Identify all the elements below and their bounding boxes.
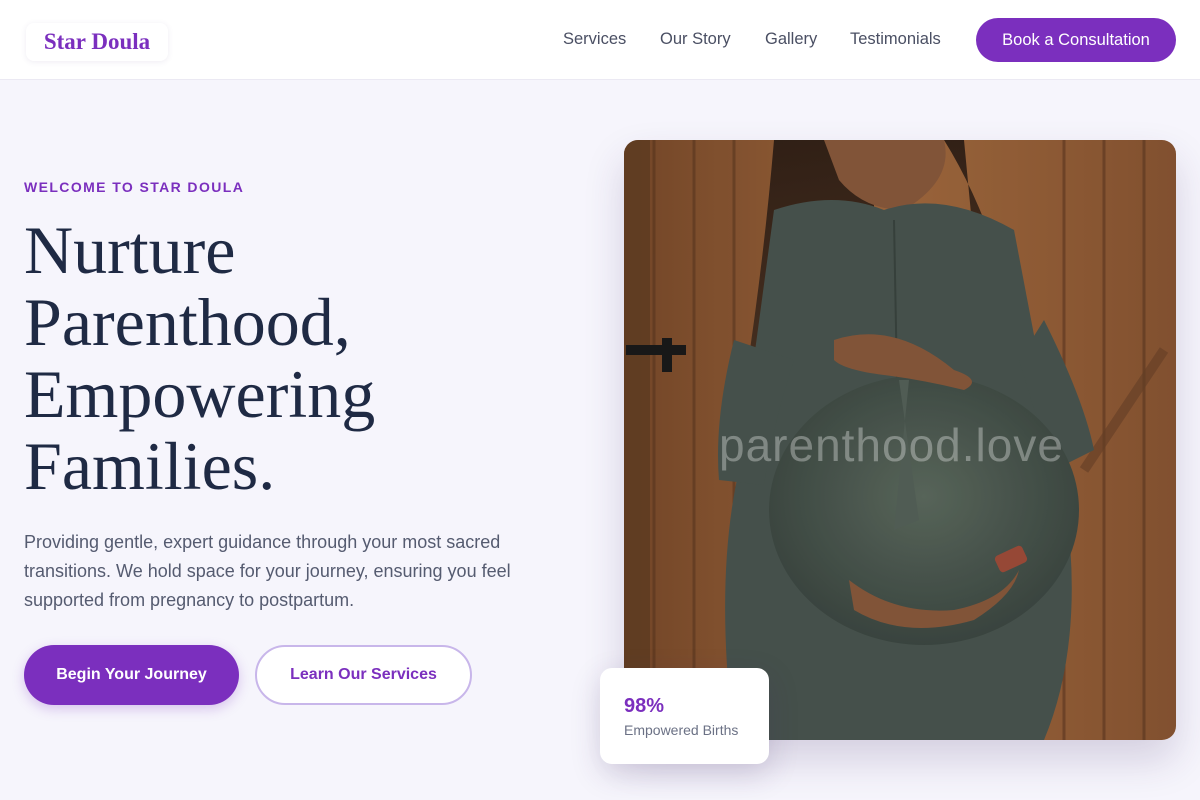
- photo-watermark: parenthood.love: [719, 419, 1064, 471]
- nav-link-testimonials[interactable]: Testimonials: [850, 28, 941, 50]
- hero-headline: Nurture Parenthood, Empowering Families.: [24, 214, 584, 502]
- nav-link-our-story[interactable]: Our Story: [660, 28, 731, 50]
- stat-value: 98%: [624, 695, 665, 717]
- headline-line-2: Parenthood,: [24, 284, 351, 360]
- headline-line-1: Nurture: [24, 212, 236, 288]
- headline-line-4: Families.: [24, 428, 276, 504]
- headline-line-3: Empowering: [24, 356, 376, 432]
- top-navbar: Star Doula Services Our Story Gallery Te…: [0, 0, 1200, 80]
- hero-photo: parenthood.love: [624, 140, 1176, 740]
- learn-services-button[interactable]: Learn Our Services: [255, 645, 472, 705]
- stat-label: Empowered Births: [624, 722, 739, 738]
- stat-card: 98% Empowered Births: [600, 668, 769, 764]
- nav-link-services[interactable]: Services: [563, 28, 626, 50]
- nav-link-gallery[interactable]: Gallery: [765, 28, 817, 50]
- book-consultation-button[interactable]: Book a Consultation: [976, 18, 1176, 62]
- logo[interactable]: Star Doula: [26, 23, 168, 61]
- begin-journey-button[interactable]: Begin Your Journey: [24, 645, 239, 705]
- hero-eyebrow: WELCOME TO STAR DOULA: [24, 179, 245, 195]
- hero-description: Providing gentle, expert guidance throug…: [24, 532, 511, 610]
